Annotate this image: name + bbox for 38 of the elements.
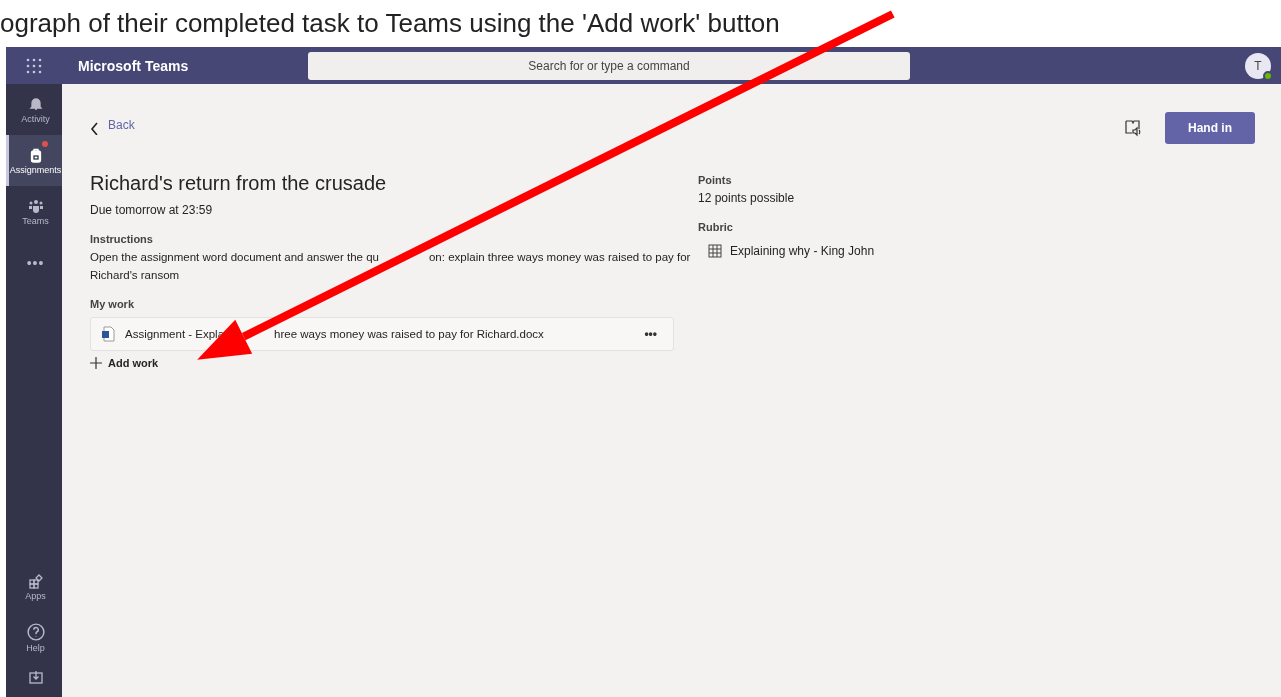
app-launcher-icon[interactable] — [26, 57, 42, 74]
due-date: Due tomorrow at 23:59 — [90, 202, 214, 219]
table-icon — [708, 244, 722, 258]
rail-item[interactable]: Assignments — [6, 135, 62, 186]
user-avatar[interactable]: T — [1245, 52, 1271, 79]
points-label: Points — [698, 174, 733, 186]
rail-item[interactable]: Activity — [6, 84, 62, 135]
apps-icon — [27, 572, 44, 589]
instructions-text: Open the assignment word document and answer the qu — [90, 250, 379, 265]
rail-item[interactable]: Help — [6, 612, 62, 663]
app-title: Microsoft Teams — [77, 57, 190, 74]
instructions-label: Instructions — [90, 233, 154, 245]
back-link[interactable]: Back — [90, 121, 135, 135]
bell-icon — [27, 95, 44, 112]
document-icon — [101, 326, 115, 342]
assignment-title: Richard's return from the crusade — [90, 172, 388, 195]
file-name: hree ways money was raised to pay for Richard.docx — [274, 327, 544, 342]
hand-in-button[interactable]: Hand in — [1165, 112, 1255, 144]
download-icon — [27, 669, 44, 685]
instructions-text: on: explain three ways money was raised to pay for — [428, 250, 691, 265]
immersive-reader-icon[interactable] — [1123, 118, 1143, 138]
more-button[interactable]: ••• — [638, 326, 663, 342]
presence-icon — [1263, 70, 1273, 81]
instructions-text: Richard's ransom — [90, 268, 180, 283]
rail-item[interactable]: Apps — [6, 561, 62, 612]
my-work-label: My work — [90, 298, 135, 310]
plus-icon — [90, 357, 102, 369]
search-field[interactable]: Search for or type a command — [308, 51, 910, 80]
chevron-left-icon — [90, 121, 100, 135]
rubric-label: Rubric — [698, 221, 734, 233]
rail-item[interactable]: Teams — [6, 186, 62, 237]
caption-text: ograph of their completed task to Teams using the 'Add work' button — [0, 7, 781, 40]
rubric-link[interactable]: Explaining why - King John — [708, 244, 875, 258]
rail-item[interactable]: ••• — [6, 237, 62, 288]
help-icon — [26, 622, 45, 641]
add-work-button[interactable]: Add work — [90, 357, 159, 369]
points-text: 12 points possible — [698, 190, 796, 207]
people-icon — [27, 197, 44, 214]
